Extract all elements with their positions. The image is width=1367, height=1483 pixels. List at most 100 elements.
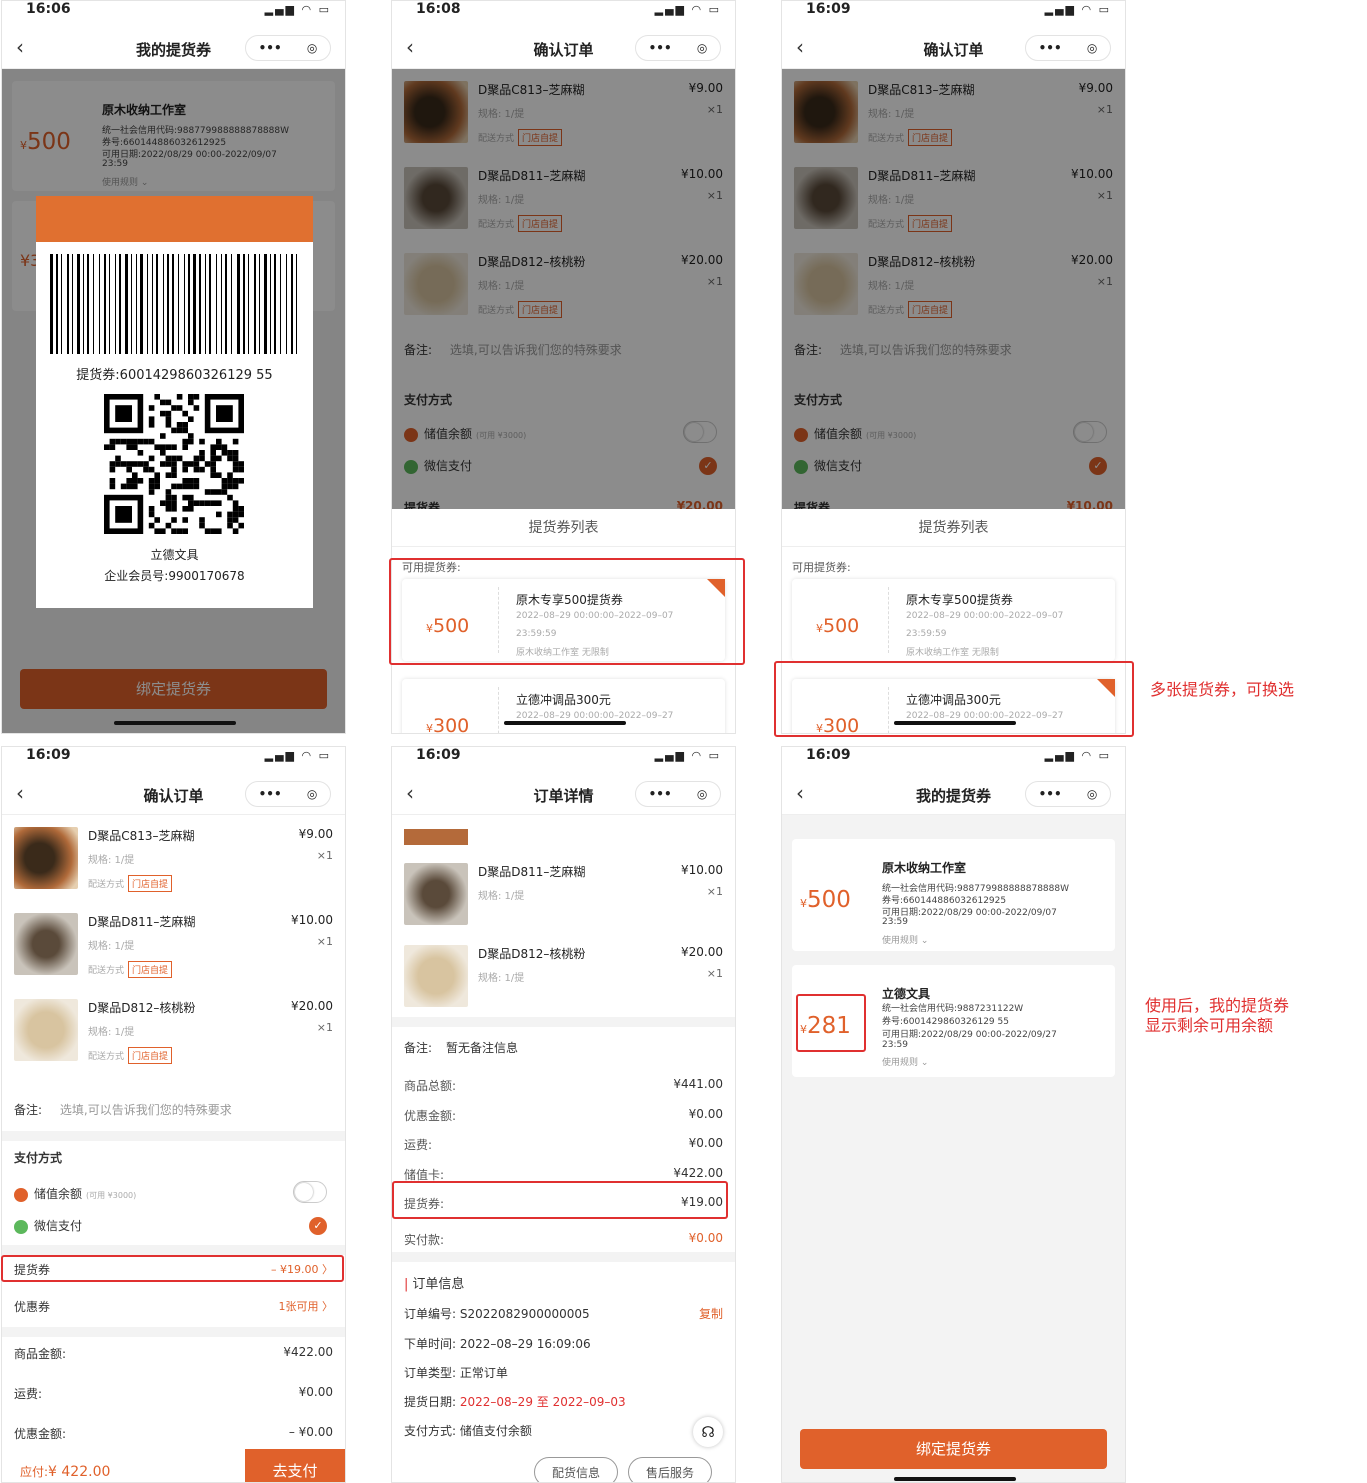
rules-link[interactable]: 使用规则 ⌄ <box>882 1055 928 1068</box>
balance-label: 储值余额 <box>34 1187 83 1201</box>
capsule-menu[interactable]: ••• ◎ <box>635 781 721 807</box>
pickup-tag: 门店自提 <box>128 1047 173 1064</box>
product-item[interactable]: D聚品D811–芝麻糊 规格: 1/提 配送方式 门店自提 ¥10.00 ×1 <box>14 901 333 987</box>
home-indicator <box>504 721 626 725</box>
target-icon[interactable]: ◎ <box>307 41 317 55</box>
delivery-info-button[interactable]: 配货信息 <box>534 1457 618 1482</box>
signal-icon: ▂▄▆ ◠ ▭ <box>654 3 721 16</box>
signal-icon: ▂▄▆ ◠ ▭ <box>654 749 721 762</box>
phone-my-vouchers-barcode: 16:06 ▂▄▆ ◠ ▭ ‹ 我的提货券 ••• ◎ ¥500 原木收纳工作室 统… <box>1 0 346 734</box>
nav-bar: ‹ 确认订单 ••• ◎ <box>392 27 735 69</box>
payable-label: 应付:¥ 422.00 <box>20 1464 111 1480</box>
remark-input[interactable]: 选填,可以告诉我们您的特殊要求 <box>60 1103 232 1117</box>
product-spec: 规格: 1/提 <box>88 855 135 866</box>
overlay[interactable] <box>782 69 1125 509</box>
target-icon[interactable]: ◎ <box>307 787 317 801</box>
product-image <box>14 827 78 889</box>
product-image-partial <box>404 829 468 845</box>
home-indicator <box>894 1477 1016 1481</box>
rules-link[interactable]: 使用规则 ⌄ <box>882 933 928 946</box>
clock: 16:09 <box>416 747 461 763</box>
order-time-row: 下单时间: 2022–08–29 16:09:06 <box>404 1337 591 1351</box>
clock: 16:09 <box>26 747 71 763</box>
remark-label: 备注: <box>14 1103 43 1117</box>
more-icon[interactable]: ••• <box>649 787 672 801</box>
more-icon[interactable]: ••• <box>259 41 282 55</box>
highlight-box <box>392 1181 728 1219</box>
voucher-item[interactable]: ¥300 立德冲调品300元 2022–08–29 00:00:00–2022–… <box>402 679 725 733</box>
wallet-icon <box>14 1187 28 1202</box>
order-info-title: | 订单信息 <box>404 1277 465 1292</box>
nav-bar: ‹ 我的提货券 ••• ◎ <box>2 27 345 69</box>
wechat-check-icon[interactable]: ✓ <box>309 1217 327 1235</box>
pickup-date-row: 提货日期: 2022–08–29 至 2022–09–03 <box>404 1395 626 1409</box>
balance-toggle[interactable] <box>293 1181 327 1203</box>
wechat-icon <box>14 1219 28 1234</box>
coupon-value: 1张可用 〉 <box>278 1300 334 1313</box>
amount-row: 优惠金额: ¥0.00 <box>404 1106 723 1123</box>
capsule-menu[interactable]: ••• ◎ <box>1025 781 1111 807</box>
clock: 16:08 <box>416 1 461 17</box>
bind-voucher-button[interactable]: 绑定提货券 <box>800 1429 1107 1469</box>
status-bar: 16:09 ▂▄▆ ◠ ▭ <box>782 747 1125 773</box>
amount-row: 储值卡: ¥422.00 <box>404 1165 723 1182</box>
company-name: 立德文具 <box>150 548 199 562</box>
more-icon[interactable]: ••• <box>259 787 282 801</box>
target-icon[interactable]: ◎ <box>1087 41 1097 55</box>
capsule-menu[interactable]: ••• ◎ <box>245 781 331 807</box>
sheet-title: 提货券列表 <box>392 509 735 547</box>
product-image <box>404 863 468 925</box>
copy-button[interactable]: 复制 <box>699 1305 723 1322</box>
target-icon[interactable]: ◎ <box>1087 787 1097 801</box>
headset-icon[interactable]: ☊ <box>693 1417 723 1447</box>
nav-bar: ‹ 确认订单 ••• ◎ <box>2 773 345 815</box>
signal-icon: ▂▄▆ ◠ ▭ <box>264 749 331 762</box>
target-icon[interactable]: ◎ <box>697 787 707 801</box>
voucher-item[interactable]: ¥500 原木专享500提货券 2022–08–29 00:00:00–2022… <box>792 579 1115 661</box>
voucher-date: 2022–08–29 00:00:00–2022–09–27 <box>516 711 674 721</box>
signal-icon: ▂▄▆ ◠ ▭ <box>1044 749 1111 762</box>
remark-row[interactable]: 备注: 选填,可以告诉我们您的特殊要求 <box>14 1101 333 1118</box>
product-item[interactable]: D聚品D812–核桃粉 规格: 1/提 配送方式 门店自提 ¥20.00 ×1 <box>14 987 333 1073</box>
coupon-row[interactable]: 优惠券 1张可用 〉 <box>14 1298 333 1315</box>
barcode-popup: 提货券:6001429860326129 55 立德文具 企业会员号:99001… <box>36 196 313 608</box>
sheet-title: 提货券列表 <box>782 509 1125 547</box>
product-image <box>404 945 468 1007</box>
product-name: D聚品C813–芝麻糊 <box>88 829 195 843</box>
clock: 16:09 <box>806 1 851 17</box>
status-bar: 16:09 ▂▄▆ ◠ ▭ <box>782 1 1125 27</box>
overlay[interactable] <box>392 69 735 509</box>
product-item[interactable]: D聚品D812–核桃粉 规格: 1/提 ¥20.00 ×1 <box>404 933 723 1019</box>
product-item[interactable]: D聚品D811–芝麻糊 规格: 1/提 ¥10.00 ×1 <box>404 851 723 937</box>
more-icon[interactable]: ••• <box>1039 787 1062 801</box>
balance-hint: (可用 ¥3000) <box>86 1191 137 1200</box>
pay-button[interactable]: 去支付 <box>245 1449 345 1482</box>
target-icon[interactable]: ◎ <box>697 41 707 55</box>
capsule-menu[interactable]: ••• ◎ <box>245 35 331 61</box>
phone-my-vouchers-after: 16:09 ▂▄▆ ◠ ▭ ‹ 我的提货券 ••• ◎ ¥500 原木收纳工作室 统… <box>781 746 1126 1483</box>
signal-icon: ▂▄▆ ◠ ▭ <box>264 3 331 16</box>
status-bar: 16:09 ▂▄▆ ◠ ▭ <box>392 747 735 773</box>
voucher-time: 23:59:59 <box>906 629 947 639</box>
popup-header <box>36 196 313 242</box>
balance-row[interactable]: 储值余额 (可用 ¥3000) <box>14 1185 333 1202</box>
voucher-card[interactable]: ¥500 原木收纳工作室 统一社会信用代码:988779988888878888… <box>792 839 1115 951</box>
product-qty: ×1 <box>316 1021 333 1034</box>
payment-title: 支付方式 <box>14 1151 63 1165</box>
after-sales-button[interactable]: 售后服务 <box>628 1457 712 1482</box>
more-icon[interactable]: ••• <box>649 41 672 55</box>
highlight-box <box>796 994 866 1052</box>
wechat-row[interactable]: 微信支付 <box>14 1217 333 1234</box>
clock: 16:06 <box>26 1 71 17</box>
capsule-menu[interactable]: ••• ◎ <box>1025 35 1111 61</box>
product-item[interactable]: D聚品C813–芝麻糊 规格: 1/提 配送方式 门店自提 ¥9.00 ×1 <box>14 815 333 901</box>
delivery-method: 配送方式 门店自提 <box>88 961 173 978</box>
product-price: ¥20.00 <box>291 999 333 1013</box>
voucher-amount: ¥500 <box>800 887 851 913</box>
qr-code-image <box>104 394 244 534</box>
more-icon[interactable]: ••• <box>1039 41 1062 55</box>
product-qty: ×1 <box>316 935 333 948</box>
discount-row: 优惠金额: – ¥0.00 <box>14 1425 333 1441</box>
shop-name: 原木收纳工作室 <box>882 861 967 875</box>
capsule-menu[interactable]: ••• ◎ <box>635 35 721 61</box>
